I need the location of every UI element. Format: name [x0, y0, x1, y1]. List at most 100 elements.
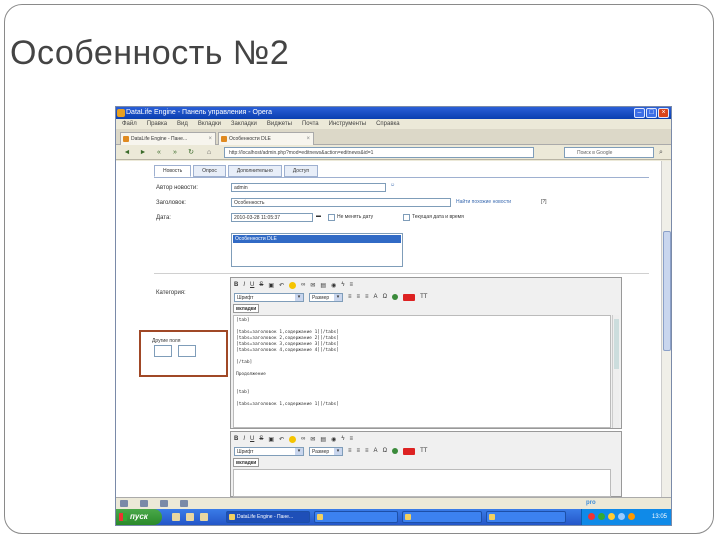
align-left-icon[interactable]: ≡	[348, 448, 352, 454]
menu-widgets[interactable]: Виджеты	[267, 119, 292, 129]
menu-view[interactable]: Вид	[177, 119, 188, 129]
page-scrollbar[interactable]	[661, 161, 671, 497]
translit-icon[interactable]: TT	[420, 294, 427, 300]
taskbar-button-opera[interactable]: DataLife Engine - Пане...	[226, 511, 310, 523]
smile-icon[interactable]	[289, 281, 297, 289]
view-icon[interactable]	[140, 500, 148, 507]
email-icon[interactable]: ✉	[310, 282, 315, 289]
youtube-icon[interactable]	[403, 447, 416, 455]
color-icon[interactable]	[392, 294, 399, 300]
reload-icon[interactable]: ↻	[184, 148, 198, 157]
menu-edit[interactable]: Правка	[147, 119, 167, 129]
current-date-checkbox[interactable]	[403, 214, 410, 221]
email-icon[interactable]: ✉	[310, 436, 315, 443]
short-story-textarea[interactable]: [tab] [tabs=заголовок 1,содержание 1][/t…	[233, 315, 611, 428]
align-center-icon[interactable]: ≡	[357, 294, 361, 300]
menu-file[interactable]: Файл	[122, 119, 137, 129]
text-color-icon[interactable]: A	[374, 294, 378, 300]
list-icon[interactable]: ≡	[350, 436, 354, 442]
strike-button[interactable]: S	[259, 282, 263, 288]
tab-access[interactable]: Доступ	[283, 165, 319, 177]
smile-icon[interactable]	[289, 435, 297, 443]
scrollbar-thumb[interactable]	[663, 231, 671, 351]
taskbar-button[interactable]	[314, 511, 398, 523]
font-family-select[interactable]: Шрифт ▾	[234, 292, 304, 302]
image-icon[interactable]: ▤	[320, 436, 326, 443]
browser-tab-admin[interactable]: DataLife Engine - Пане... ×	[120, 132, 216, 145]
bold-button[interactable]: B	[234, 282, 238, 288]
quicklaunch-icon[interactable]	[172, 513, 180, 521]
home-icon[interactable]: ⌂	[202, 148, 216, 157]
align-right-icon[interactable]: ≡	[365, 448, 369, 454]
media-icon[interactable]: ◉	[331, 436, 336, 443]
textarea-scrollbar[interactable]	[612, 315, 619, 428]
user-icon[interactable]: ☺	[390, 182, 395, 188]
translit-icon[interactable]: TT	[420, 448, 427, 454]
media-icon[interactable]: ◉	[331, 282, 336, 289]
maximize-button[interactable]: □	[646, 108, 657, 118]
title-field[interactable]: Особенность	[231, 198, 451, 207]
undo-icon[interactable]: ↶	[279, 282, 284, 289]
taskbar-button[interactable]	[486, 511, 566, 523]
tray-icon[interactable]	[628, 513, 635, 520]
flash-icon[interactable]: ϟ	[341, 282, 344, 288]
bold-button[interactable]: B	[234, 436, 238, 442]
font-size-select[interactable]: Размер ▾	[309, 446, 343, 456]
minimize-button[interactable]: –	[634, 108, 645, 118]
settings-icon[interactable]	[160, 500, 168, 507]
menu-help[interactable]: Справка	[376, 119, 400, 129]
menu-tabs[interactable]: Вкладки	[198, 119, 221, 129]
tray-icon[interactable]	[618, 513, 625, 520]
underline-button[interactable]: U	[250, 436, 254, 442]
quicklaunch-icon[interactable]	[186, 513, 194, 521]
tray-icon[interactable]	[608, 513, 615, 520]
menu-tools[interactable]: Инструменты	[329, 119, 366, 129]
tab-additional[interactable]: Дополнительно	[227, 165, 282, 177]
link-icon[interactable]: ∞	[301, 282, 305, 288]
panel-icon[interactable]	[120, 500, 128, 507]
font-size-select[interactable]: Размер ▾	[309, 292, 343, 302]
tab-poll[interactable]: Опрос	[193, 165, 226, 177]
search-input[interactable]: Поиск в Google	[564, 147, 654, 158]
help-icon[interactable]: [?]	[541, 199, 547, 205]
save-icon[interactable]: ▣	[268, 282, 274, 289]
menu-bookmarks[interactable]: Закладки	[231, 119, 257, 129]
align-left-icon[interactable]: ≡	[348, 294, 352, 300]
align-center-icon[interactable]: ≡	[357, 448, 361, 454]
author-field[interactable]: admin	[231, 183, 386, 192]
fast-forward-icon[interactable]: »	[168, 148, 182, 157]
rewind-icon[interactable]: «	[152, 148, 166, 157]
back-icon[interactable]: ◄	[120, 148, 134, 157]
color-icon[interactable]	[392, 448, 399, 454]
tab-news[interactable]: Новость	[154, 165, 192, 177]
close-tab-icon[interactable]: ×	[208, 133, 212, 145]
close-window-button[interactable]: ×	[658, 108, 669, 118]
menu-mail[interactable]: Почта	[302, 119, 319, 129]
calendar-icon[interactable]: ▬	[316, 213, 321, 219]
forward-icon[interactable]: ►	[136, 148, 150, 157]
tray-icon[interactable]	[598, 513, 605, 520]
address-bar[interactable]: http://localhost/admin.php?mod=editnews&…	[224, 147, 534, 158]
special-chars-icon[interactable]: Ω	[383, 294, 388, 300]
youtube-icon[interactable]	[403, 293, 416, 301]
italic-button[interactable]: I	[243, 282, 245, 288]
start-button[interactable]: пуск	[116, 509, 162, 525]
align-right-icon[interactable]: ≡	[365, 294, 369, 300]
image-icon[interactable]: ▤	[320, 282, 326, 289]
taskbar-button[interactable]	[402, 511, 482, 523]
quicklaunch-icon[interactable]	[200, 513, 208, 521]
text-color-icon[interactable]: A	[374, 448, 378, 454]
undo-icon[interactable]: ↶	[279, 436, 284, 443]
link-icon[interactable]: ∞	[301, 436, 305, 442]
strike-button[interactable]: S	[259, 436, 263, 442]
tray-icon[interactable]	[588, 513, 595, 520]
tabs-button[interactable]: вкладки	[233, 458, 260, 467]
special-chars-icon[interactable]: Ω	[383, 448, 388, 454]
tabs-button[interactable]: вкладки	[233, 304, 260, 313]
underline-button[interactable]: U	[250, 282, 254, 288]
find-similar-link[interactable]: Найти похожие новости	[456, 199, 511, 205]
italic-button[interactable]: I	[243, 436, 245, 442]
date-field[interactable]: 2010-03-28 11:05:37	[231, 213, 313, 222]
save-icon[interactable]: ▣	[268, 436, 274, 443]
category-list[interactable]: Особенности DLE	[231, 233, 403, 267]
